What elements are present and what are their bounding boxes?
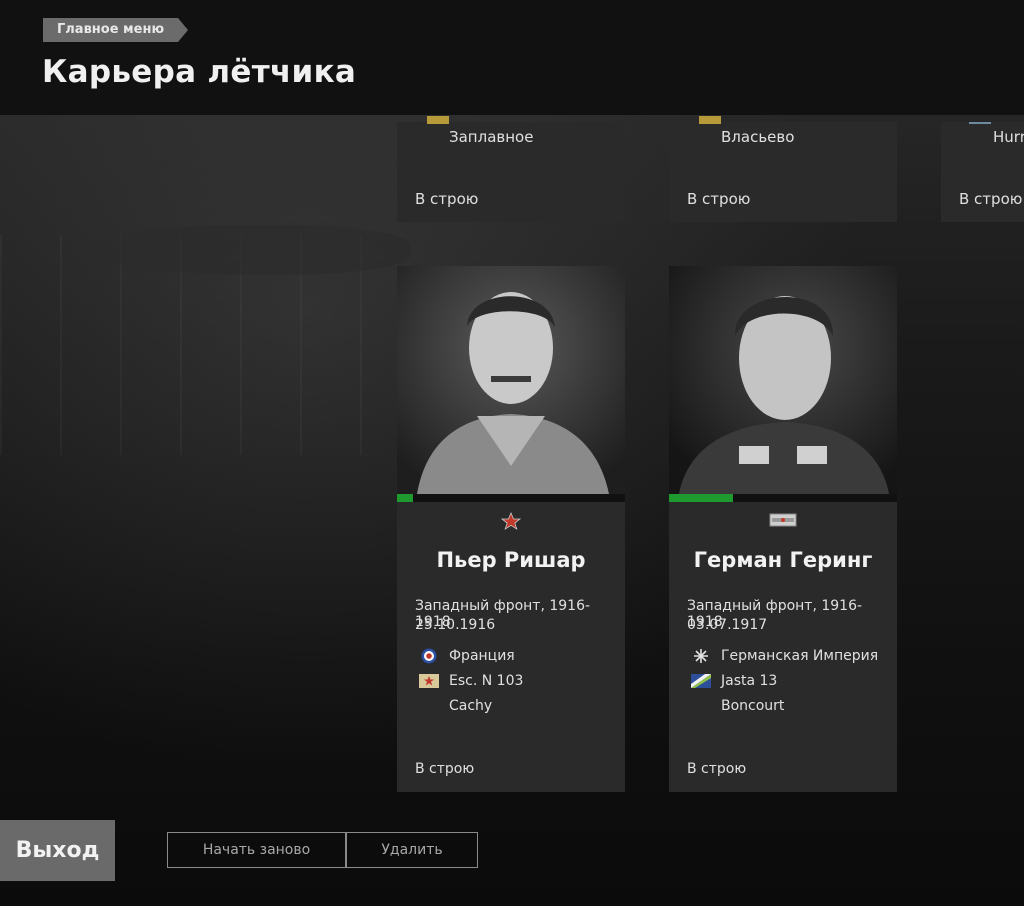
french-roundel-icon <box>419 648 439 664</box>
career-card-hermann-goering[interactable]: Герман Геринг Западный фронт, 1916-1918 … <box>669 266 897 792</box>
page-title: Карьера лётчика <box>42 54 357 90</box>
pilot-name: Пьер Ришар <box>436 548 586 572</box>
unit-row: Jasta 13 <box>691 673 777 689</box>
airfield-name: Власьево <box>721 128 795 146</box>
shoulder-board-icon <box>669 512 897 532</box>
rank-icon <box>427 116 449 124</box>
career-card-top-2[interactable]: Власьево В строю <box>669 116 897 222</box>
squadron-flag-icon <box>419 673 439 689</box>
delete-button[interactable]: Удалить <box>346 832 478 868</box>
career-progress-bar <box>397 494 625 502</box>
base-name: Boncourt <box>721 698 785 714</box>
unit-row: Esc. N 103 <box>419 673 523 689</box>
jasta-emblem-icon <box>691 673 711 689</box>
pilot-portrait <box>669 266 897 494</box>
progress-fill <box>397 494 413 502</box>
exit-button[interactable]: Выход <box>0 820 115 881</box>
base-name: Cachy <box>449 698 493 714</box>
iron-cross-icon <box>691 648 711 664</box>
rank-icon <box>969 122 991 124</box>
country-row: Германская Империя <box>691 648 878 664</box>
airfield-name: Hurr <box>993 128 1024 146</box>
star-rank-icon <box>397 511 625 534</box>
progress-fill <box>669 494 733 502</box>
pilot-name: Герман Геринг <box>693 548 873 572</box>
breadcrumb-main-menu[interactable]: Главное меню <box>43 18 189 42</box>
status-text: В строю <box>415 190 479 208</box>
date-text: 03.07.1917 <box>687 617 768 633</box>
unit-name: Esc. N 103 <box>449 673 524 689</box>
career-card-top-3[interactable]: Hurr В строю <box>941 122 1024 222</box>
pilot-portrait <box>397 266 625 494</box>
airfield-name: Заплавное <box>449 128 534 146</box>
top-bar: Главное меню Карьера лётчика <box>0 0 1024 115</box>
career-card-top-1[interactable]: Заплавное В строю <box>397 116 625 222</box>
status-text: В строю <box>687 190 751 208</box>
aircraft-silhouette <box>90 225 410 275</box>
country-name: Франция <box>449 648 515 664</box>
country-name: Германская Империя <box>721 648 879 664</box>
status-text: В строю <box>959 190 1023 208</box>
country-row: Франция <box>419 648 515 664</box>
unit-name: Jasta 13 <box>721 673 778 689</box>
career-card-pierre-richard[interactable]: Пьер Ришар Западный фронт, 1916-1918 25.… <box>397 266 625 792</box>
base-row: Boncourt <box>691 698 784 714</box>
restart-button[interactable]: Начать заново <box>167 832 346 868</box>
base-row: Cachy <box>419 698 492 714</box>
date-text: 25.10.1916 <box>415 617 496 633</box>
status-text: В строю <box>415 761 475 777</box>
status-text: В строю <box>687 761 747 777</box>
rank-icon <box>699 116 721 124</box>
career-progress-bar <box>669 494 897 502</box>
